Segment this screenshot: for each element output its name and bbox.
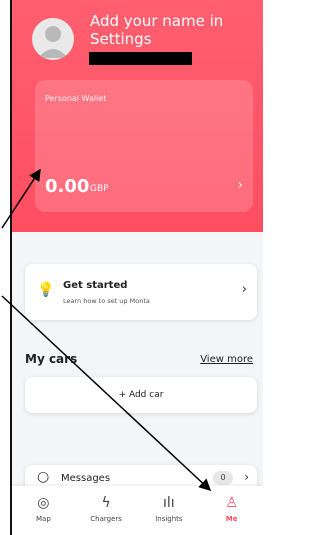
- wallet-title: Personal Wallet: [45, 94, 107, 103]
- nav-insights[interactable]: ılı Insights: [142, 486, 196, 523]
- add-car-button[interactable]: + Add car: [25, 377, 257, 413]
- get-started-subtitle: Learn how to set up Monta: [63, 297, 150, 305]
- nav-chargers[interactable]: ϟ Chargers: [79, 486, 133, 523]
- nav-label: Me: [225, 515, 238, 523]
- bar-chart-icon: ılı: [163, 495, 175, 511]
- wallet-balance: 0.00: [45, 176, 90, 197]
- messages-label: Messages: [61, 473, 111, 484]
- my-cars-heading: My cars: [25, 352, 78, 366]
- person-icon: ♙: [225, 495, 238, 511]
- avatar-placeholder-icon: [38, 26, 68, 58]
- profile-name[interactable]: Add your name in Settings: [90, 12, 250, 48]
- view-more-link[interactable]: View more: [200, 354, 253, 365]
- nav-label: Insights: [155, 515, 183, 523]
- nav-label: Chargers: [90, 515, 122, 523]
- map-pin-icon: ◎: [37, 495, 50, 511]
- app-frame: Add your name in Settings Personal Walle…: [10, 0, 263, 535]
- nav-label: Map: [35, 515, 51, 523]
- bottom-nav: ◎ Map ϟ Chargers ılı Insights ♙ Me: [12, 486, 263, 535]
- nav-map[interactable]: ◎ Map: [16, 486, 70, 523]
- get-started-card[interactable]: 💡 Get started Learn how to set up Monta …: [25, 264, 257, 320]
- redacted-text: [89, 52, 192, 65]
- nav-me[interactable]: ♙ Me: [205, 486, 259, 523]
- chevron-right-icon: ›: [237, 178, 243, 193]
- avatar[interactable]: [32, 18, 74, 60]
- wallet-currency: GBP: [90, 184, 109, 194]
- chevron-right-icon: ›: [244, 470, 249, 484]
- get-started-title: Get started: [63, 280, 128, 291]
- message-icon: ○: [37, 469, 50, 485]
- wallet-card[interactable]: Personal Wallet 0.00 GBP ›: [35, 80, 253, 212]
- add-car-label: + Add car: [118, 390, 164, 400]
- messages-count-badge: 0: [213, 471, 233, 485]
- chevron-right-icon: ›: [241, 282, 247, 297]
- lightbulb-icon: 💡: [37, 282, 55, 298]
- lightning-icon: ϟ: [101, 495, 111, 511]
